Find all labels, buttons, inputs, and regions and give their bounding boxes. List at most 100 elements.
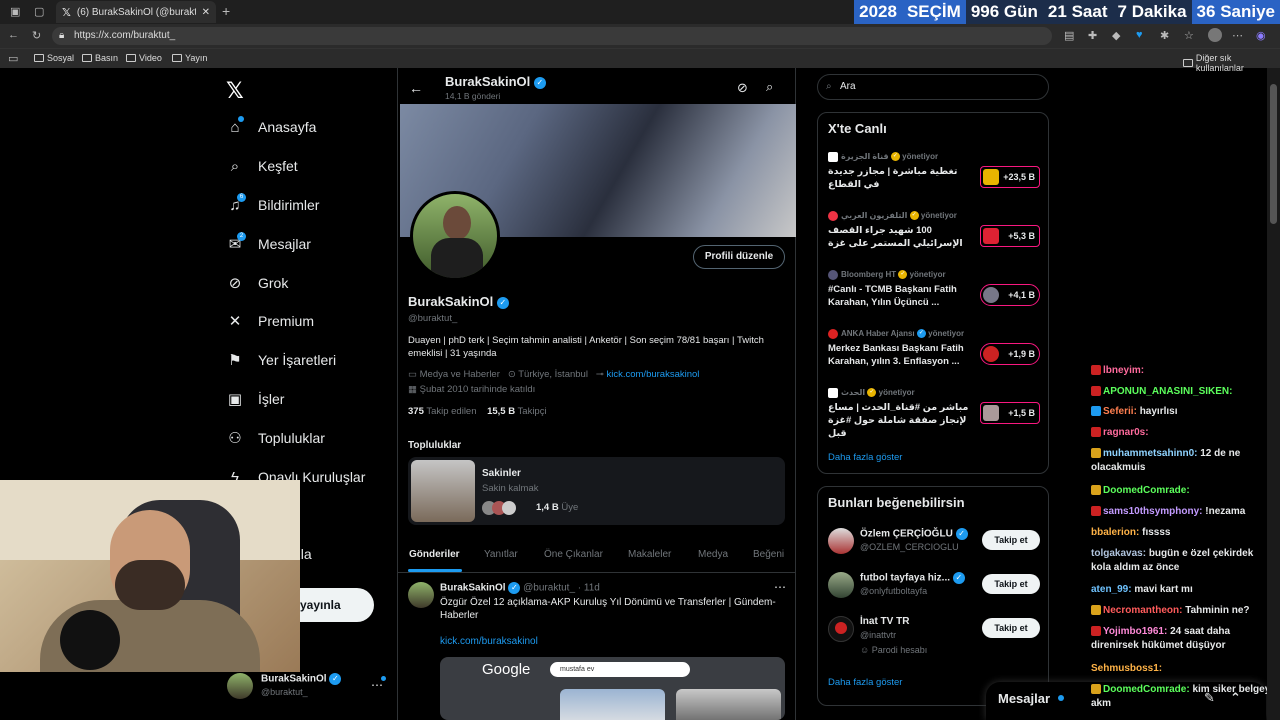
suggestions-show-more[interactable]: Daha fazla göster: [828, 677, 902, 688]
notification-badge: 6: [237, 193, 246, 202]
tab-posts[interactable]: Gönderiler: [409, 549, 460, 560]
listener-count-badge: +4,1 B: [980, 284, 1040, 306]
x-logo-icon[interactable]: 𝕏: [226, 78, 244, 104]
close-tab-icon[interactable]: ✕: [202, 7, 210, 18]
grok-icon[interactable]: ⊘: [737, 80, 748, 96]
url-field[interactable]: 🔒︎ https://x.com/buraktut_: [52, 27, 1052, 45]
bookmark-folder[interactable]: Video: [126, 53, 162, 63]
follow-button[interactable]: Takip et: [982, 530, 1040, 550]
chat-badge: [1091, 485, 1101, 496]
nav-premium[interactable]: ✕ Premium: [226, 312, 314, 330]
chat-message: tolgakavas: bugün e özel çekirdek kola a…: [1091, 547, 1276, 575]
profile-bio: Duayen | phD terk | Seçim tahmin analist…: [408, 335, 764, 359]
back-icon[interactable]: ←: [8, 29, 19, 41]
tab-actions-icon[interactable]: ▢: [34, 5, 44, 18]
new-tab-icon[interactable]: +: [222, 3, 230, 19]
suggestion-item[interactable]: İnat TV TR @inattvtr ☺ Parodi hesabı Tak…: [828, 614, 1040, 658]
listener-count: +23,5 B: [1003, 172, 1035, 182]
live-source: قناة الجزيرة ✓ yönetiyor: [828, 152, 1040, 162]
extension-icon[interactable]: ▤: [1064, 29, 1074, 42]
favorites-icon[interactable]: ☆: [1184, 29, 1194, 42]
separator: ·: [577, 582, 582, 594]
page-scrollbar[interactable]: [1267, 68, 1280, 720]
following-link[interactable]: 375 Takip edilen: [408, 406, 477, 417]
community-card[interactable]: Sakinler Sakin kalmak 1,4 B Üye: [408, 457, 785, 525]
live-text: مباشر من #قناة_الحدث | مساع لإنجاز صفقة …: [828, 402, 969, 440]
tab-replies[interactable]: Yanıtlar: [484, 549, 518, 560]
other-bookmarks[interactable]: Diğer sık kullanılanlar: [1183, 53, 1280, 73]
follow-button[interactable]: Takip et: [982, 574, 1040, 594]
tab-likes[interactable]: Beğeni: [753, 549, 784, 560]
people-icon: ⚇: [228, 430, 242, 447]
live-item[interactable]: ANKA Haber Ajansı ✓ yönetiyor Merkez Ban…: [828, 329, 1040, 368]
countdown-seconds: 36 Saniye: [1191, 0, 1280, 24]
live-show-more[interactable]: Daha fazla göster: [828, 452, 902, 463]
chat-badge: [1091, 684, 1101, 695]
extension-icon[interactable]: ♥: [1136, 29, 1143, 41]
profile-link[interactable]: kick.com/buraksakinol: [606, 369, 699, 380]
tab-media[interactable]: Medya: [698, 549, 728, 560]
chat-user: tolgakavas:: [1091, 548, 1147, 559]
nav-notifications[interactable]: ♫ Bildirimler 6: [226, 193, 319, 214]
category-icon: ▭: [408, 369, 417, 380]
chat-user: Seferii:: [1103, 406, 1137, 417]
reload-icon[interactable]: ↻: [32, 29, 41, 42]
scrollbar-thumb[interactable]: [1270, 84, 1277, 224]
chat-message: aten_99: mavi kart mı: [1091, 583, 1276, 597]
bookmark-folder[interactable]: Yayın: [172, 53, 207, 63]
extensions-puzzle-icon[interactable]: ✱: [1160, 29, 1169, 42]
post-link[interactable]: kick.com/buraksakinol: [440, 636, 538, 647]
profile-avatar[interactable]: [410, 191, 500, 281]
suggestion-name-text: Özlem ÇERÇİOĞLU: [860, 528, 953, 540]
search-input[interactable]: ⌕ Ara: [817, 74, 1049, 100]
listener-count-badge: +5,3 B: [980, 225, 1040, 247]
post-preview-image[interactable]: Google mustafa ev: [440, 657, 785, 720]
live-item[interactable]: الحدث ✓ yönetiyor مباشر من #قناة_الحدث |…: [828, 388, 1040, 440]
back-arrow-icon[interactable]: ←: [409, 80, 423, 96]
live-source: التلفزيون العربي ✓ yönetiyor: [828, 211, 1040, 221]
copilot-icon[interactable]: ◉: [1256, 29, 1266, 42]
preview-logo: Google: [482, 661, 531, 678]
nav-bookmarks[interactable]: ⚑ Yer İşaretleri: [226, 351, 336, 369]
seconds-label: Saniye: [1220, 2, 1275, 21]
nav-home[interactable]: ⌂ Anasayfa: [226, 116, 316, 136]
nav-explore[interactable]: ⌕ Keşfet: [226, 157, 298, 175]
nav-label: Mesajlar: [258, 236, 311, 252]
workspaces-icon[interactable]: ▣: [10, 5, 20, 18]
x-favicon-icon: 𝕏: [62, 6, 71, 19]
bookmark-folder[interactable]: Basın: [82, 53, 118, 63]
live-item[interactable]: قناة الجزيرة ✓ yönetiyor تغطية مباشرة | …: [828, 152, 1040, 191]
tab-highlights[interactable]: Öne Çıkanlar: [544, 549, 603, 560]
profile-avatar-icon[interactable]: [1208, 28, 1222, 42]
nav-communities[interactable]: ⚇ Topluluklar: [226, 429, 325, 447]
tab-articles[interactable]: Makaleler: [628, 549, 671, 560]
post-time: 11d: [583, 582, 600, 594]
live-item[interactable]: التلفزيون العربي ✓ yönetiyor 100 شهيد جر…: [828, 211, 1040, 250]
chat-message: sams10thsymphony: !nezama: [1091, 505, 1276, 519]
menu-dots-icon[interactable]: ⋯: [1232, 29, 1243, 42]
followers-link[interactable]: 15,5 B Takipçi: [487, 406, 547, 417]
nav-label: İşler: [258, 391, 285, 407]
grok-icon: ⊘: [228, 275, 242, 292]
follow-button[interactable]: Takip et: [982, 618, 1040, 638]
extension-icon[interactable]: ✚: [1088, 29, 1097, 42]
more-dots-icon[interactable]: ⋯: [774, 580, 786, 594]
nav-messages[interactable]: ✉ Mesajlar 2: [226, 232, 311, 253]
account-switcher[interactable]: BurakSakinOl ✓ @buraktut_ ⋯: [227, 672, 387, 702]
nav-grok[interactable]: ⊘ Grok: [226, 274, 289, 292]
live-item[interactable]: Bloomberg HT ✓ yönetiyor #Canlı - TCMB B…: [828, 270, 1040, 309]
search-icon[interactable]: ⌕: [766, 79, 773, 95]
preview-thumb: [560, 689, 665, 720]
verified-icon: ✓: [496, 296, 509, 309]
post-item[interactable]: BurakSakinOl ✓ @buraktut_ · 11d ⋯ Özgür …: [408, 580, 786, 720]
suggestion-item[interactable]: futbol tayfaya hiz... ✓ @onlyfutboltayfa…: [828, 570, 1040, 602]
live-source: الحدث ✓ yönetiyor: [828, 388, 1040, 398]
bookmark-folder[interactable]: Sosyal: [34, 53, 74, 63]
bookmarks-icon[interactable]: ▭: [8, 52, 18, 65]
chat-message: APONUN_ANASINI_SIKEN:: [1091, 385, 1276, 399]
edit-profile-button[interactable]: Profili düzenle: [693, 245, 785, 269]
browser-tab[interactable]: 𝕏 (6) BurakSakinOl (@buraktut_) / X ✕: [56, 1, 216, 23]
suggestion-item[interactable]: Özlem ÇERÇİOĞLU ✓ @OZLEM_CERCIOGLU Takip…: [828, 526, 1040, 558]
nav-jobs[interactable]: ▣ İşler: [226, 390, 285, 408]
extension-icon[interactable]: ◆: [1112, 29, 1120, 42]
